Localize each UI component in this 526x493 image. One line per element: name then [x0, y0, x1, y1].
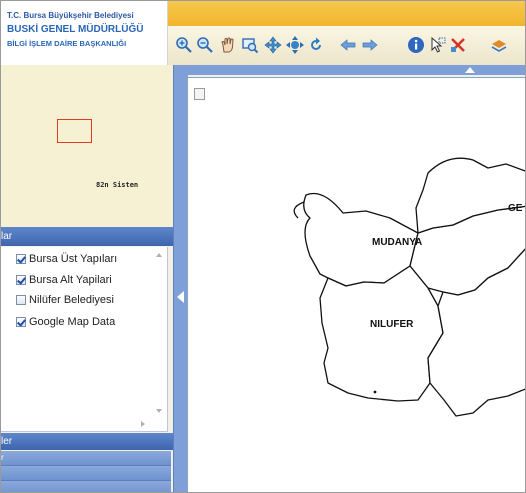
legend-panel-title: ler	[1, 436, 13, 447]
move-icon[interactable]	[285, 35, 305, 55]
layer-checkbox[interactable]	[16, 275, 26, 285]
layer-item[interactable]: Nilüfer Belediyesi	[16, 292, 114, 308]
layer-item[interactable]: Google Map Data	[16, 314, 115, 330]
layer-tool-icon[interactable]	[489, 35, 509, 55]
clear-icon[interactable]	[448, 35, 468, 55]
select-icon[interactable]	[427, 35, 447, 55]
pan-hand-icon[interactable]	[218, 35, 238, 55]
legend-row[interactable]	[1, 481, 171, 492]
layer-item[interactable]: Bursa Üst Yapıları	[16, 251, 117, 267]
layer-label: Google Map Data	[29, 316, 116, 328]
layer-checkbox[interactable]	[16, 295, 26, 305]
overview-map[interactable]: 82n Sisten	[1, 65, 174, 227]
scroll-down-arrow-icon[interactable]	[156, 409, 162, 413]
layers-vertical-scrollbar[interactable]	[153, 249, 165, 425]
refresh-icon[interactable]	[306, 35, 326, 55]
collapse-panel-arrow-icon[interactable]	[177, 291, 184, 303]
map-label-mudanya: MUDANYA	[372, 237, 423, 248]
header-band	[168, 1, 525, 26]
layer-label: Bursa Alt Yapilari	[29, 274, 112, 286]
app-window: T.C. Bursa Büyükşehir Belediyesi BUSKİ G…	[0, 0, 526, 493]
legend-row[interactable]: r	[1, 451, 171, 466]
district-map	[293, 157, 525, 417]
overview-extent-rectangle[interactable]	[57, 119, 92, 143]
layers-horizontal-scrollbar[interactable]	[1, 419, 153, 429]
zoom-extent-icon[interactable]	[240, 35, 260, 55]
map-label-nilufer: NILUFER	[370, 319, 414, 330]
legend-row-label: r	[1, 453, 4, 462]
layer-label: Nilüfer Belediyesi	[29, 294, 114, 306]
forward-arrow-icon[interactable]	[360, 35, 380, 55]
logo-line-2: BUSKİ GENEL MÜDÜRLÜĞÜ	[7, 24, 144, 35]
logo-line-1: T.C. Bursa Büyükşehir Belediyesi	[7, 11, 134, 20]
back-arrow-icon[interactable]	[338, 35, 358, 55]
full-extent-icon[interactable]	[263, 35, 283, 55]
layers-panel-header[interactable]: lar	[1, 227, 173, 246]
header-logo: T.C. Bursa Büyükşehir Belediyesi BUSKİ G…	[1, 1, 168, 65]
legend-row[interactable]	[1, 466, 171, 481]
layer-checkbox[interactable]	[16, 317, 26, 327]
scroll-up-arrow-icon[interactable]	[156, 253, 162, 257]
layer-item[interactable]: Bursa Alt Yapilari	[16, 272, 112, 288]
info-icon[interactable]	[406, 35, 426, 55]
zoom-in-icon[interactable]	[174, 35, 194, 55]
layers-list: Bursa Üst Yapıları Bursa Alt Yapilari Ni…	[1, 247, 168, 432]
map-toolbar	[168, 26, 525, 66]
layer-checkbox[interactable]	[16, 254, 26, 264]
legend-panel-header[interactable]: ler	[1, 433, 173, 450]
map-canvas[interactable]: MUDANYA NILUFER GE	[187, 77, 525, 492]
map-label-gemlik: GE	[508, 203, 523, 214]
layers-panel-title: lar	[1, 231, 13, 242]
layer-label: Bursa Üst Yapıları	[29, 253, 118, 265]
zoom-out-icon[interactable]	[195, 35, 215, 55]
panel-splitter[interactable]	[173, 65, 188, 492]
logo-line-3: BİLGİ İŞLEM DAİRE BAŞKANLIĞI	[7, 39, 127, 48]
overview-scale-text: 82n Sisten	[96, 181, 139, 189]
collapse-toolbar-arrow-icon[interactable]	[465, 67, 475, 73]
scroll-right-arrow-icon[interactable]	[141, 421, 145, 427]
